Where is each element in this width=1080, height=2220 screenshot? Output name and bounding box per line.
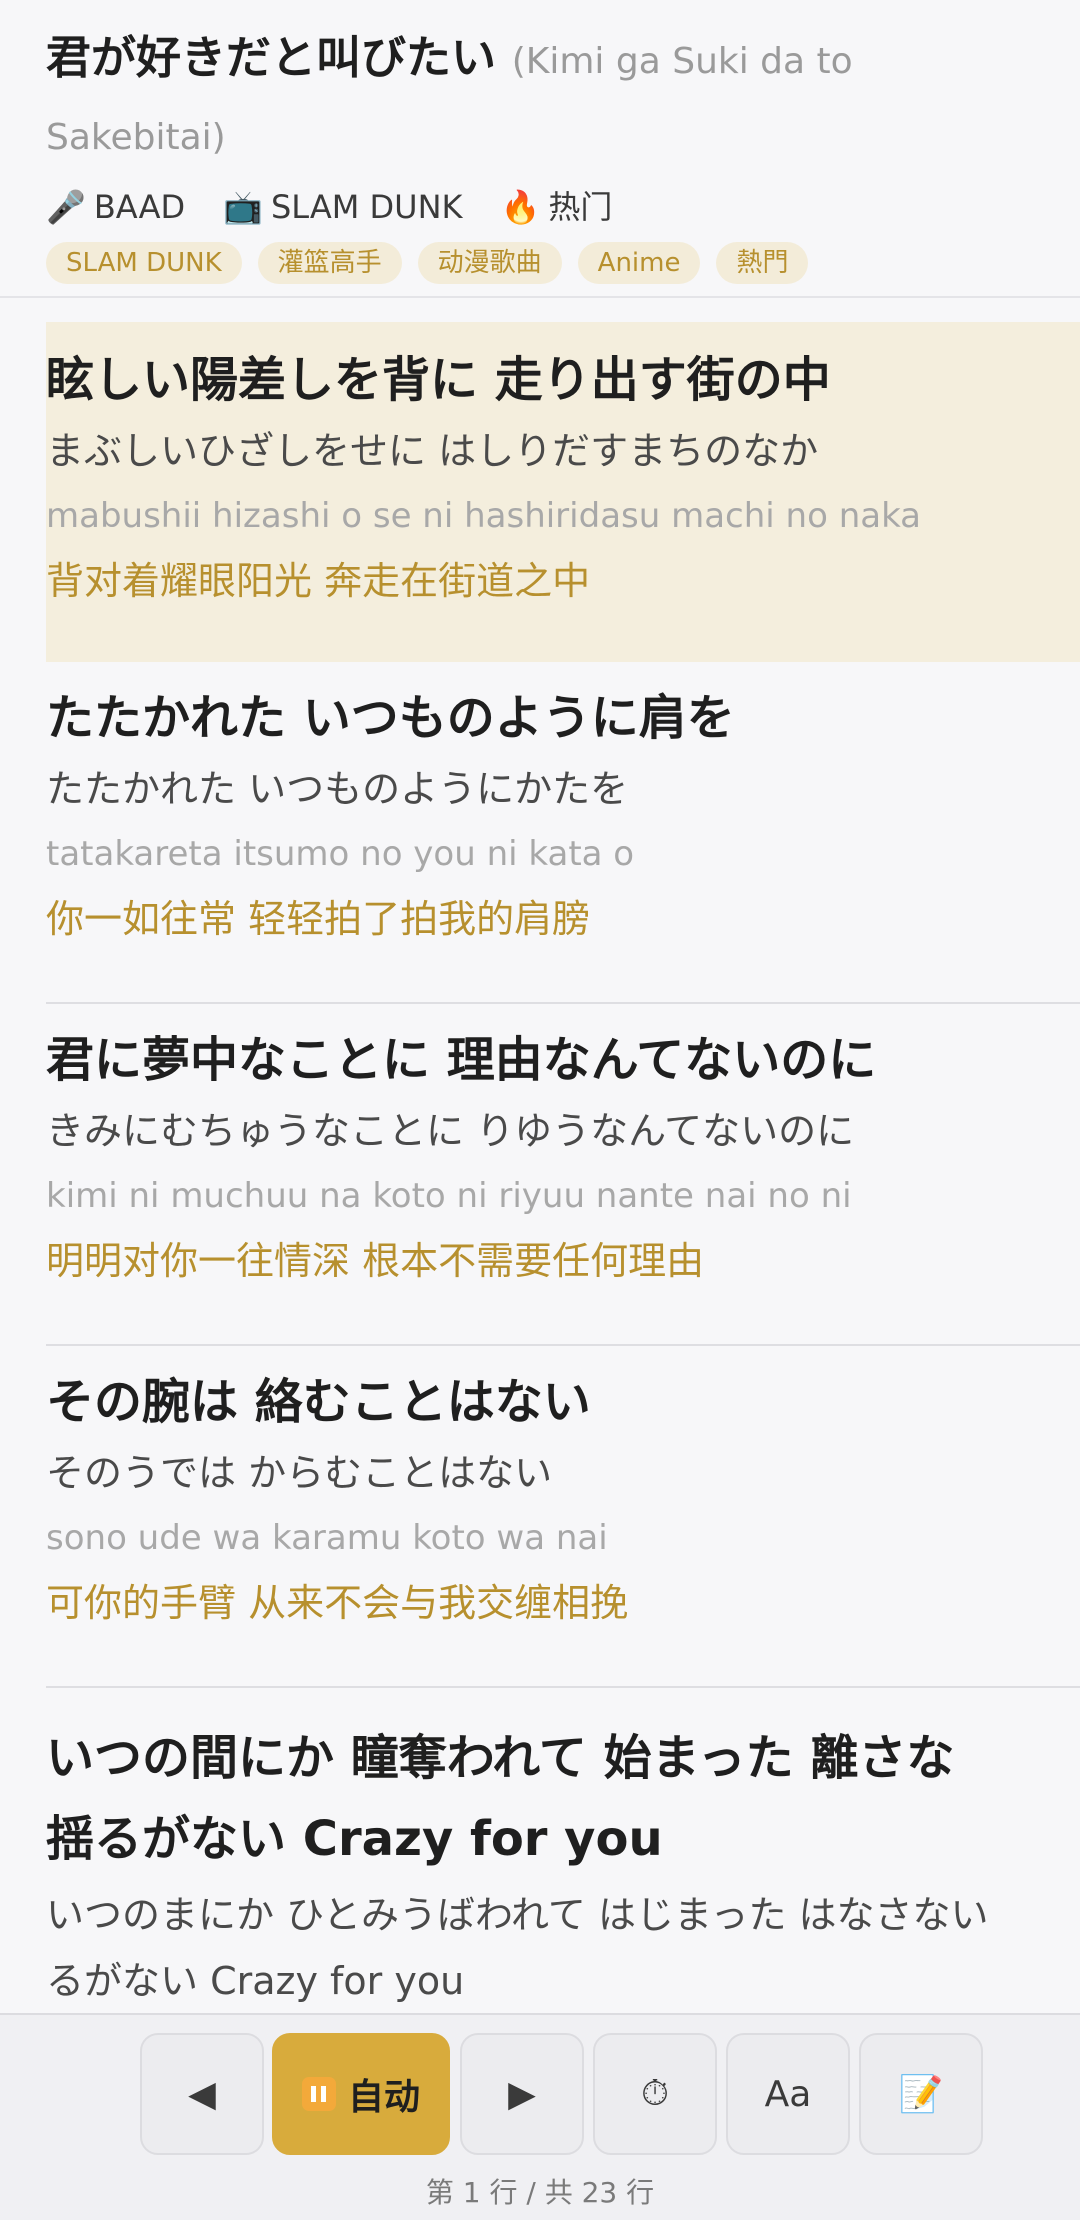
song-header: 君が好きだと叫びたい (Kimi ga Suki da to Sakebitai… [0, 0, 1080, 298]
song-meta: 🎤 BAAD 📺 SLAM DUNK 🔥 热门 [46, 182, 1034, 232]
song-title-block: 君が好きだと叫びたい (Kimi ga Suki da to Sakebitai… [46, 22, 1006, 174]
lyric-kana: まぶしいひざしをせに はしりだすまちのなか [46, 429, 819, 473]
artist-name: BAAD [93, 188, 186, 226]
hot-label: 热门 [548, 188, 613, 226]
lyric-japanese: いつの間にか 瞳奪われて 始まった 離さな [46, 1730, 955, 1786]
auto-label: 自动 [347, 2077, 420, 2118]
lyric-japanese: 眩しい陽差しを背に 走り出す街の中 [46, 352, 831, 408]
fire-icon: 🔥 [500, 188, 541, 226]
tag-chip[interactable]: SLAM DUNK [46, 242, 242, 284]
tag-chip[interactable]: 动漫歌曲 [417, 242, 562, 284]
lyric-japanese: 君に夢中なことに 理由なんてないのに [46, 1032, 877, 1088]
tag-chip[interactable]: 灌篮高手 [257, 242, 402, 284]
notes-button[interactable]: 📝 [859, 2033, 983, 2155]
lyric-translation: 你一如往常 轻轻拍了拍我的肩膀 [46, 897, 591, 941]
song-title: 君が好きだと叫びたい [46, 31, 497, 84]
microphone-icon: 🎤 [46, 188, 86, 226]
lyric-romaji: kimi ni muchuu na koto ni riyuu nante na… [46, 1176, 852, 1216]
lyric-kana: いつのまにか ひとみうばわれて はじまった はなさない [46, 1893, 989, 1937]
triangle-right-icon: ▶ [508, 2073, 536, 2115]
next-line-button[interactable]: ▶ [460, 2033, 584, 2155]
lyric-translation: 背对着耀眼阳光 奔走在街道之中 [46, 559, 591, 603]
lyric-divider [46, 1344, 1080, 1346]
hot-info: 🔥 热门 [500, 182, 612, 232]
lyric-kana: そのうでは からむことはない [46, 1451, 553, 1495]
artist-info[interactable]: 🎤 BAAD [46, 182, 185, 232]
lyric-line[interactable]: 君に夢中なことに 理由なんてないのに きみにむちゅうなことに りゆうなんてないの… [46, 1022, 1080, 1342]
lyric-kana-cont: るがない Crazy for you [46, 1959, 465, 2003]
memo-icon: 📝 [898, 2074, 944, 2115]
prev-line-button[interactable]: ◀ [140, 2033, 264, 2155]
lyric-divider [46, 1686, 1080, 1688]
source-info[interactable]: 📺 SLAM DUNK [223, 182, 462, 232]
tv-icon: 📺 [223, 188, 263, 226]
lyric-kana: たたかれた いつものようにかたを [46, 767, 629, 811]
lyric-romaji: mabushii hizashi o se ni hashiridasu mac… [46, 496, 922, 536]
stopwatch-icon: ⏱ [640, 2073, 670, 2114]
tag-chip[interactable]: 熱門 [716, 242, 809, 284]
source-name: SLAM DUNK [270, 188, 463, 226]
player-control-bar: ◀ 自动 ▶ ⏱ Aa 📝 第 1 行 / 共 23 行 [0, 2013, 1080, 2220]
font-size-button[interactable]: Aa [726, 2033, 850, 2155]
lyric-japanese-cont: 揺るがない Crazy for you [46, 1811, 663, 1867]
timer-button[interactable]: ⏱ [593, 2033, 717, 2155]
lyric-divider [46, 1002, 1080, 1004]
lyric-romaji: tatakareta itsumo no you ni kata o [46, 834, 635, 874]
triangle-left-icon: ◀ [188, 2073, 216, 2115]
lyric-line[interactable]: いつの間にか 瞳奪われて 始まった 離さな 揺るがない Crazy for yo… [46, 1712, 1080, 2012]
lyric-line[interactable]: その腕は 絡むことはない そのうでは からむことはない sono ude wa … [46, 1364, 1080, 1684]
lyric-translation: 可你的手臂 从来不会与我交缠相挽 [46, 1581, 629, 1625]
lyric-line[interactable]: たたかれた いつものように肩を たたかれた いつものようにかたを tatakar… [46, 680, 1080, 1000]
tag-list: SLAM DUNK 灌篮高手 动漫歌曲 Anime 熱門 [46, 242, 1034, 284]
lyric-romaji: sono ude wa karamu koto wa nai [46, 1518, 608, 1558]
auto-scroll-toggle[interactable]: 自动 [272, 2033, 450, 2155]
lyric-kana: きみにむちゅうなことに りゆうなんてないのに [46, 1109, 855, 1153]
tag-chip[interactable]: Anime [577, 242, 701, 284]
lyric-translation: 明明对你一往情深 根本不需要任何理由 [46, 1239, 705, 1283]
lyric-japanese: たたかれた いつものように肩を [46, 690, 735, 746]
line-progress-text: 第 1 行 / 共 23 行 [425, 2176, 655, 2209]
pause-icon [301, 2077, 336, 2111]
lyric-line-active[interactable]: 眩しい陽差しを背に 走り出す街の中 まぶしいひざしをせに はしりだすまちのなか … [46, 322, 1080, 662]
lyric-japanese: その腕は 絡むことはない [46, 1374, 591, 1430]
font-label: Aa [764, 2073, 812, 2115]
